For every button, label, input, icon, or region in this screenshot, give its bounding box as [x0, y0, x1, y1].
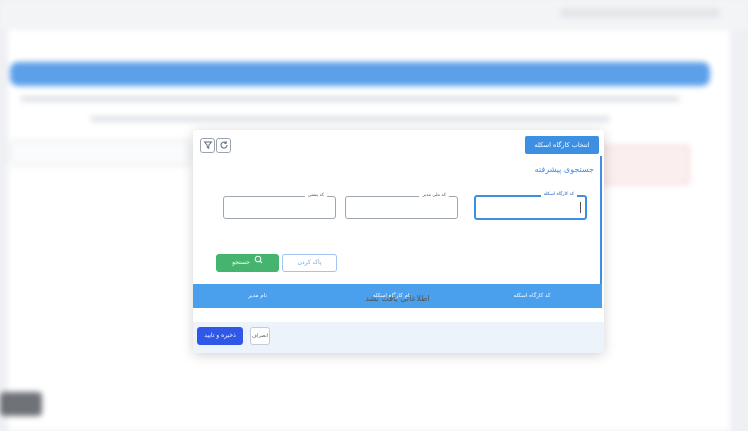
workshop-code-label: کد کارگاه اسکله [540, 191, 577, 199]
search-icon [254, 254, 263, 272]
grid-empty-message: اطلاعاتی یافت نشد [365, 294, 430, 303]
refresh-button[interactable] [216, 138, 231, 153]
dialog-title-tab[interactable]: انتخاب کارگاه اسکله [525, 136, 599, 154]
background-block [0, 392, 42, 416]
workshop-code-field[interactable]: کد کارگاه اسکله [474, 191, 587, 220]
clear-button[interactable]: پاک کردن [282, 254, 337, 272]
background-row [20, 96, 680, 102]
background-topbar [0, 0, 748, 30]
background-header-bar [10, 62, 710, 86]
text-caret [580, 202, 581, 213]
refresh-icon [219, 140, 229, 152]
dialog-header: انتخاب کارگاه اسکله [193, 130, 604, 157]
background-row [90, 116, 610, 122]
postal-code-label: کد پستی [304, 192, 327, 200]
filter-clear-icon [203, 140, 213, 152]
advanced-search-panel: جستجوی پیشرفته کد کارگاه اسکله کد ملی مد… [193, 156, 602, 308]
background-field [600, 145, 690, 185]
postal-code-field[interactable]: کد پستی [223, 192, 336, 219]
search-button[interactable]: جستجو [216, 254, 279, 272]
select-workshop-dialog: انتخاب کارگاه اسکله جستجوی پیشرفته کد کا… [193, 130, 604, 353]
search-button-label: جستجو [232, 259, 250, 266]
cancel-button[interactable]: انصراف [250, 327, 270, 345]
dialog-footer: ذخیره و تایید انصراف [193, 322, 604, 353]
manager-national-id-label: کد ملی مدیر [419, 192, 449, 200]
save-and-confirm-button[interactable]: ذخیره و تایید [197, 327, 243, 345]
clear-filter-button[interactable] [200, 138, 215, 153]
advanced-search-title: جستجوی پیشرفته [534, 165, 594, 174]
manager-national-id-field[interactable]: کد ملی مدیر [345, 192, 458, 219]
background-field [10, 140, 190, 166]
